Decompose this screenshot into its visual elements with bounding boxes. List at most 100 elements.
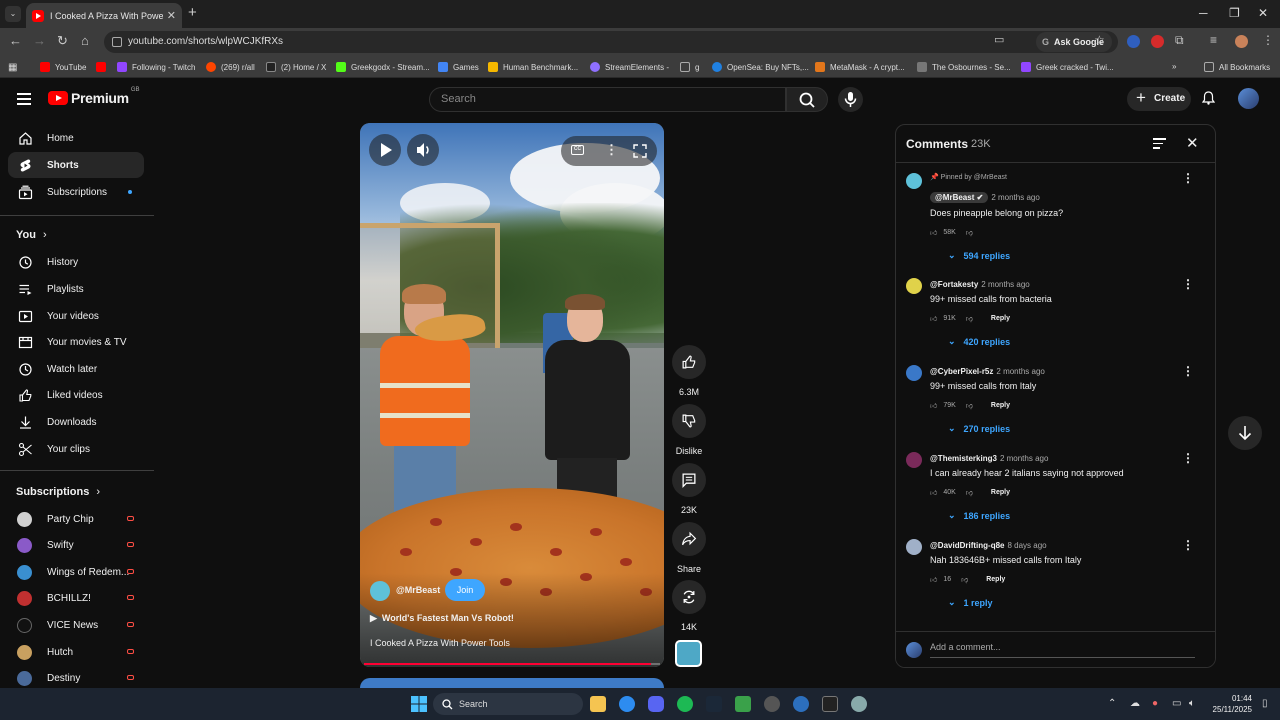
like-comment-icon[interactable]: 👍︎ bbox=[930, 401, 937, 410]
app-icon[interactable] bbox=[764, 696, 780, 712]
volume-button[interactable] bbox=[407, 134, 439, 166]
join-button[interactable]: Join bbox=[445, 579, 485, 601]
reload-icon[interactable]: ↻ bbox=[57, 33, 68, 49]
onedrive-icon[interactable]: ☁ bbox=[1130, 698, 1140, 709]
more-options-icon[interactable]: ⋮ bbox=[605, 142, 618, 158]
search-input[interactable]: Search bbox=[429, 87, 786, 112]
back-icon[interactable]: ← bbox=[9, 33, 22, 48]
tray-overflow-icon[interactable]: ⌃ bbox=[1108, 698, 1116, 709]
tab-search-button[interactable]: ⌄ bbox=[5, 6, 21, 22]
related-video-link[interactable]: ▶ World's Fastest Man Vs Robot! bbox=[370, 613, 514, 624]
comment-author[interactable]: @CyberPixel-r5z 2 months ago bbox=[930, 367, 1045, 376]
like-button[interactable] bbox=[672, 345, 706, 379]
network-icon[interactable]: ▭ bbox=[1172, 698, 1181, 709]
bookmark-youtube-2[interactable] bbox=[96, 62, 111, 72]
fullscreen-icon[interactable] bbox=[633, 144, 647, 158]
dislike-button[interactable] bbox=[672, 404, 706, 438]
sidebar-item-subscriptions[interactable]: Subscriptions bbox=[8, 179, 144, 205]
bookmark-star-icon[interactable]: ☆ bbox=[1094, 33, 1105, 47]
browser-menu-icon[interactable]: ⋮ bbox=[1262, 33, 1274, 47]
subscription-bchillz[interactable]: BCHILLZ! bbox=[8, 585, 144, 611]
channel-avatar[interactable] bbox=[370, 581, 390, 601]
play-button[interactable] bbox=[369, 134, 401, 166]
profile-avatar-icon[interactable] bbox=[1235, 35, 1248, 48]
reply-button[interactable]: Reply bbox=[986, 576, 1005, 583]
bookmark-kick[interactable]: Greekgodx - Stream... bbox=[336, 62, 430, 72]
browser-tab-active[interactable]: I Cooked A Pizza With Power To ✕ bbox=[26, 3, 182, 28]
sidebar-item-shorts[interactable]: Shorts bbox=[8, 152, 144, 178]
guide-menu-icon[interactable] bbox=[17, 93, 31, 108]
home-page-icon[interactable]: ⌂ bbox=[81, 33, 89, 48]
bookmark-greek-twitch[interactable]: Greek cracked - Twi... bbox=[1021, 62, 1114, 72]
all-bookmarks-button[interactable]: All Bookmarks bbox=[1204, 62, 1270, 72]
sidebar-item-history[interactable]: History bbox=[8, 249, 144, 275]
comment-author[interactable]: @MrBeast ✔ 2 months ago bbox=[930, 192, 1040, 203]
ccleaner-icon[interactable] bbox=[793, 696, 809, 712]
bookmark-x[interactable]: (2) Home / X bbox=[266, 62, 326, 72]
remix-action[interactable]: 14K bbox=[672, 580, 706, 632]
apps-grid-icon[interactable]: ▦ bbox=[8, 62, 17, 73]
new-tab-button[interactable]: + bbox=[188, 4, 197, 21]
cast-icon[interactable]: ▭ bbox=[994, 33, 1004, 46]
view-replies-button[interactable]: ⌄ 1 reply bbox=[948, 597, 993, 608]
app-icon[interactable] bbox=[735, 696, 751, 712]
bookmark-youtube[interactable]: YouTube bbox=[40, 62, 86, 72]
like-comment-icon[interactable]: 👍︎ bbox=[930, 228, 937, 237]
short-video-player[interactable]: CC ⋮ @MrBeast Join ▶ World's Fastest Man … bbox=[360, 123, 664, 667]
dislike-action[interactable]: Dislike bbox=[672, 404, 706, 456]
youtube-premium-logo[interactable]: Premium GB bbox=[48, 87, 139, 106]
comment-menu-icon[interactable]: ⋮ bbox=[1182, 451, 1194, 465]
view-replies-button[interactable]: ⌄ 270 replies bbox=[948, 423, 1010, 434]
sound-thumbnail[interactable] bbox=[675, 640, 702, 667]
chrome-icon[interactable] bbox=[619, 696, 635, 712]
commenter-avatar[interactable] bbox=[906, 539, 922, 555]
like-comment-icon[interactable]: 👍︎ bbox=[930, 575, 937, 584]
like-action[interactable]: 6.3M bbox=[672, 345, 706, 397]
next-short-button[interactable] bbox=[1228, 416, 1262, 450]
file-explorer-icon[interactable] bbox=[590, 696, 606, 712]
sidebar-item-watch-later[interactable]: Watch later bbox=[8, 356, 144, 382]
channel-name[interactable]: @MrBeast bbox=[396, 585, 440, 595]
create-button[interactable]: Create bbox=[1127, 86, 1191, 111]
comment-author[interactable]: @DavidDrifting-q8e 8 days ago bbox=[930, 541, 1047, 550]
close-icon[interactable]: ✕ bbox=[1186, 134, 1199, 152]
bookmark-opensea[interactable]: OpenSea: Buy NFTs,... bbox=[712, 62, 809, 72]
close-window-icon[interactable]: ✕ bbox=[1258, 6, 1268, 20]
site-info-icon[interactable] bbox=[112, 37, 122, 47]
subscription-wings-of-redemption[interactable]: Wings of Redem... bbox=[8, 559, 144, 585]
search-button[interactable] bbox=[786, 87, 828, 112]
bookmark-reddit[interactable]: (269) r/all bbox=[206, 62, 255, 72]
taskbar-search[interactable]: Search bbox=[433, 693, 583, 715]
speaker-icon[interactable]: 🔈︎ bbox=[1189, 698, 1195, 709]
windows-start-icon[interactable] bbox=[411, 696, 427, 712]
steam-icon[interactable] bbox=[706, 696, 722, 712]
add-comment-input[interactable]: Add a comment... bbox=[930, 642, 1195, 658]
spotify-icon[interactable] bbox=[677, 696, 693, 712]
dislike-comment-icon[interactable]: 👎︎ bbox=[966, 314, 973, 323]
commenter-avatar[interactable] bbox=[906, 278, 922, 294]
extensions-puzzle-icon[interactable]: ⧉ bbox=[1175, 33, 1184, 48]
sidebar-subscriptions-heading[interactable]: Subscriptions › bbox=[16, 486, 100, 498]
subscription-vice-news[interactable]: VICE News bbox=[8, 612, 144, 638]
commenter-avatar[interactable] bbox=[906, 173, 922, 189]
extension-icon[interactable] bbox=[1151, 35, 1164, 48]
bookmark-games[interactable]: Games bbox=[438, 62, 479, 72]
like-comment-icon[interactable]: 👍︎ bbox=[930, 314, 937, 323]
address-bar[interactable]: youtube.com/shorts/wlpWCJKfRXs bbox=[104, 31, 1118, 53]
settings-gear-icon[interactable] bbox=[851, 696, 867, 712]
dislike-comment-icon[interactable]: 👎︎ bbox=[961, 575, 968, 584]
more-bookmarks-icon[interactable]: » bbox=[1172, 62, 1176, 71]
reply-button[interactable]: Reply bbox=[991, 489, 1010, 496]
notifications-bell-icon[interactable] bbox=[1202, 91, 1215, 105]
dislike-comment-icon[interactable]: 👎︎ bbox=[966, 401, 973, 410]
bookmark-folder-g[interactable]: g bbox=[680, 62, 699, 72]
voice-search-button[interactable] bbox=[838, 87, 863, 112]
comment-menu-icon[interactable]: ⋮ bbox=[1182, 277, 1194, 291]
like-comment-icon[interactable]: 👍︎ bbox=[930, 488, 937, 497]
microphone-icon[interactable]: ● bbox=[1152, 698, 1158, 709]
sidebar-item-home[interactable]: Home bbox=[8, 125, 144, 151]
commenter-avatar[interactable] bbox=[906, 365, 922, 381]
minimize-window-icon[interactable]: ─ bbox=[1199, 6, 1208, 20]
comment-menu-icon[interactable]: ⋮ bbox=[1182, 538, 1194, 552]
sidebar-you-heading[interactable]: You › bbox=[16, 229, 47, 241]
